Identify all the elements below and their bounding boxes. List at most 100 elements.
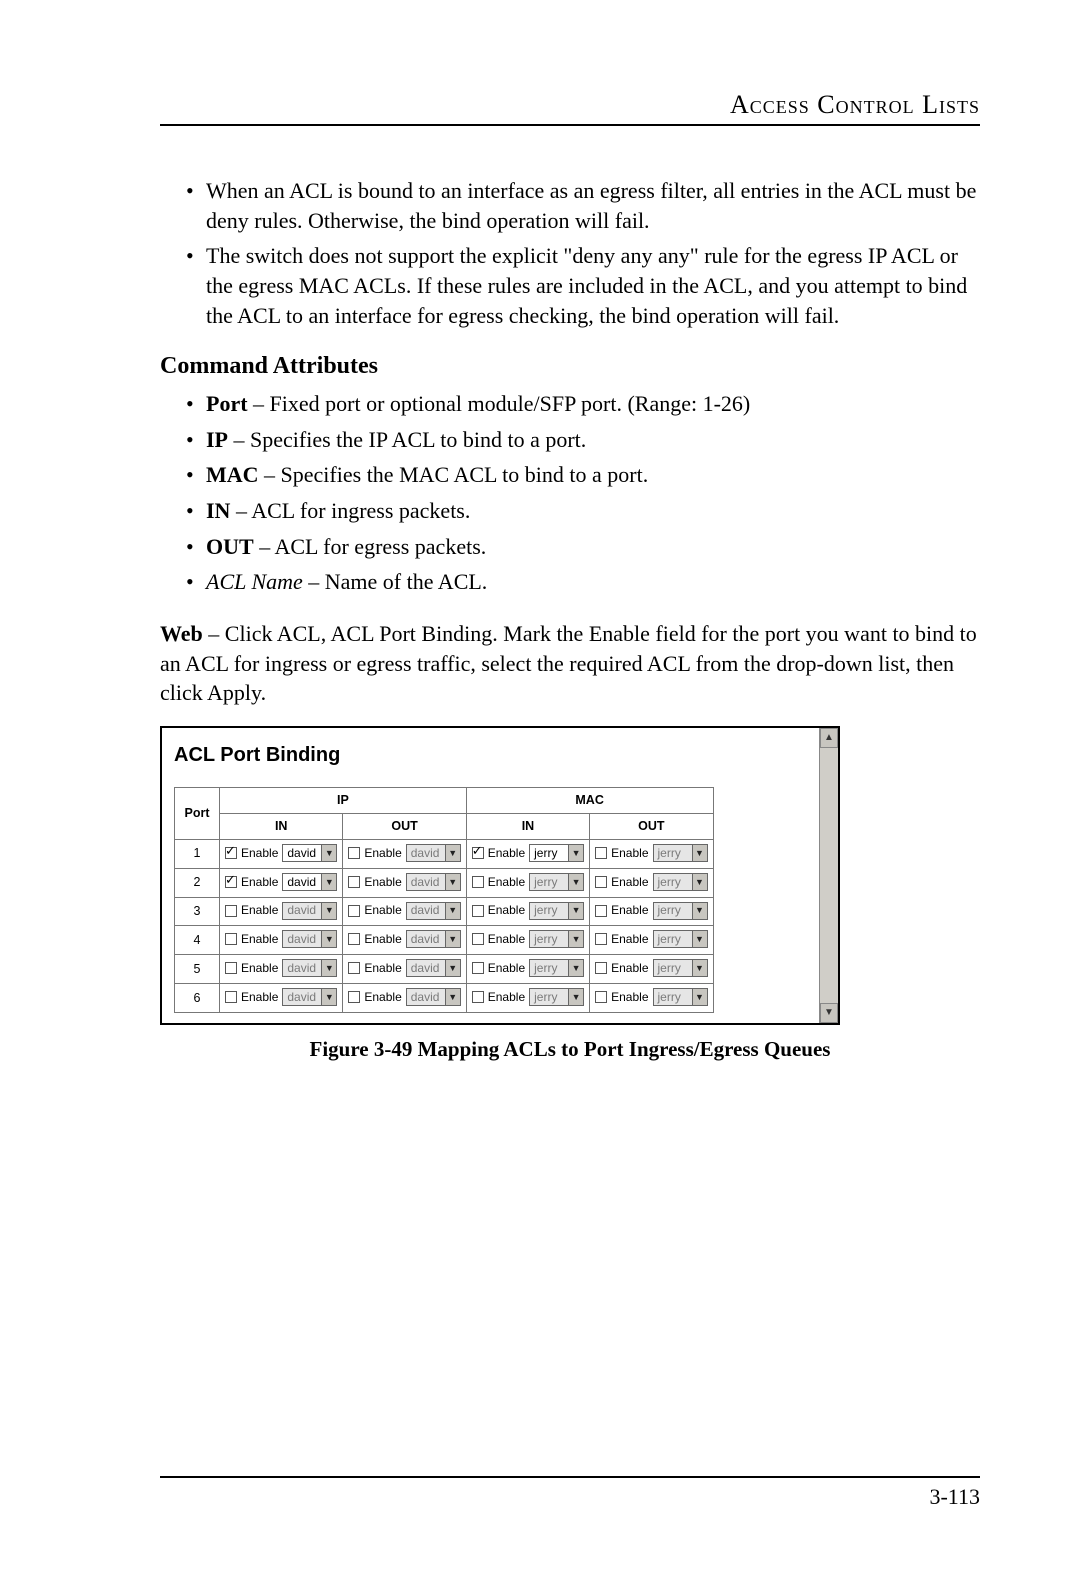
enable-checkbox[interactable] <box>225 991 237 1003</box>
enable-label: Enable <box>488 874 525 890</box>
enable-checkbox[interactable] <box>348 847 360 859</box>
attr-term: ACL Name <box>206 569 303 594</box>
attr-bullet: IN – ACL for ingress packets. <box>186 496 980 526</box>
acl-select[interactable]: jerry▼ <box>529 844 584 862</box>
acl-select[interactable]: jerry▼ <box>529 873 584 891</box>
enable-checkbox[interactable] <box>225 962 237 974</box>
attr-bullet: IP – Specifies the IP ACL to bind to a p… <box>186 425 980 455</box>
acl-select[interactable]: david▼ <box>406 902 461 920</box>
enable-checkbox[interactable] <box>225 876 237 888</box>
enable-checkbox[interactable] <box>595 991 607 1003</box>
enable-checkbox[interactable] <box>225 933 237 945</box>
enable-checkbox[interactable] <box>225 905 237 917</box>
enable-checkbox[interactable] <box>348 933 360 945</box>
chevron-down-icon[interactable]: ▼ <box>692 874 707 890</box>
enable-checkbox[interactable] <box>595 876 607 888</box>
col-mac: MAC <box>466 788 713 814</box>
scroll-up-icon[interactable]: ▲ <box>820 728 838 748</box>
attr-term: Port <box>206 391 248 416</box>
acl-select[interactable]: jerry▼ <box>653 988 708 1006</box>
chevron-down-icon[interactable]: ▼ <box>321 874 336 890</box>
acl-select[interactable]: david▼ <box>282 902 337 920</box>
enable-label: Enable <box>364 902 401 918</box>
chevron-down-icon[interactable]: ▼ <box>445 989 460 1005</box>
enable-checkbox[interactable] <box>348 876 360 888</box>
chevron-down-icon[interactable]: ▼ <box>692 903 707 919</box>
acl-select[interactable]: jerry▼ <box>653 873 708 891</box>
acl-select[interactable]: david▼ <box>406 959 461 977</box>
table-row: 4Enabledavid▼Enabledavid▼Enablejerry▼Ena… <box>175 926 714 955</box>
enable-checkbox[interactable] <box>225 847 237 859</box>
acl-select-value: david <box>407 874 445 890</box>
enable-checkbox[interactable] <box>472 847 484 859</box>
acl-select[interactable]: david▼ <box>406 873 461 891</box>
enable-checkbox[interactable] <box>348 905 360 917</box>
enable-checkbox[interactable] <box>348 991 360 1003</box>
acl-select[interactable]: david▼ <box>282 844 337 862</box>
chevron-down-icon[interactable]: ▼ <box>568 989 583 1005</box>
acl-select[interactable]: jerry▼ <box>653 902 708 920</box>
chevron-down-icon[interactable]: ▼ <box>568 874 583 890</box>
chevron-down-icon[interactable]: ▼ <box>445 960 460 976</box>
enable-checkbox[interactable] <box>472 905 484 917</box>
enable-checkbox[interactable] <box>472 962 484 974</box>
acl-select[interactable]: jerry▼ <box>529 930 584 948</box>
enable-checkbox[interactable] <box>472 933 484 945</box>
acl-select-value: david <box>283 931 321 947</box>
scrollbar[interactable]: ▲ ▼ <box>819 728 838 1023</box>
acl-table: Port IP MAC IN OUT IN OUT 1Enabledavid▼E… <box>174 787 714 1013</box>
chevron-down-icon[interactable]: ▼ <box>568 845 583 861</box>
chevron-down-icon[interactable]: ▼ <box>692 989 707 1005</box>
acl-select[interactable]: jerry▼ <box>529 959 584 977</box>
acl-select-value: jerry <box>530 902 568 918</box>
attr-bullet-list: Port – Fixed port or optional module/SFP… <box>160 389 980 597</box>
chevron-down-icon[interactable]: ▼ <box>568 931 583 947</box>
chevron-down-icon[interactable]: ▼ <box>692 960 707 976</box>
scroll-down-icon[interactable]: ▼ <box>820 1003 838 1023</box>
scroll-track[interactable] <box>820 748 838 1003</box>
page-header-title: Access Control Lists <box>160 90 980 120</box>
acl-select[interactable]: jerry▼ <box>653 930 708 948</box>
acl-select[interactable]: david▼ <box>406 930 461 948</box>
acl-select-value: david <box>407 845 445 861</box>
chevron-down-icon[interactable]: ▼ <box>445 845 460 861</box>
acl-select[interactable]: david▼ <box>282 873 337 891</box>
enable-checkbox[interactable] <box>595 933 607 945</box>
enable-checkbox[interactable] <box>472 991 484 1003</box>
acl-select[interactable]: jerry▼ <box>529 902 584 920</box>
port-number: 3 <box>175 897 220 926</box>
acl-select[interactable]: david▼ <box>282 930 337 948</box>
chevron-down-icon[interactable]: ▼ <box>692 931 707 947</box>
attr-bullet: MAC – Specifies the MAC ACL to bind to a… <box>186 460 980 490</box>
acl-select[interactable]: jerry▼ <box>529 988 584 1006</box>
chevron-down-icon[interactable]: ▼ <box>568 903 583 919</box>
enable-checkbox[interactable] <box>595 847 607 859</box>
chevron-down-icon[interactable]: ▼ <box>568 960 583 976</box>
chevron-down-icon[interactable]: ▼ <box>321 845 336 861</box>
chevron-down-icon[interactable]: ▼ <box>445 903 460 919</box>
enable-label: Enable <box>488 931 525 947</box>
enable-checkbox[interactable] <box>472 876 484 888</box>
enable-checkbox[interactable] <box>595 905 607 917</box>
panel-title: ACL Port Binding <box>174 742 807 769</box>
acl-select-value: jerry <box>654 874 692 890</box>
enable-checkbox[interactable] <box>595 962 607 974</box>
chevron-down-icon[interactable]: ▼ <box>321 989 336 1005</box>
acl-select[interactable]: david▼ <box>282 988 337 1006</box>
enable-label: Enable <box>488 989 525 1005</box>
chevron-down-icon[interactable]: ▼ <box>321 931 336 947</box>
acl-select[interactable]: jerry▼ <box>653 844 708 862</box>
web-paragraph: Web – Click ACL, ACL Port Binding. Mark … <box>160 619 980 708</box>
chevron-down-icon[interactable]: ▼ <box>321 960 336 976</box>
chevron-down-icon[interactable]: ▼ <box>445 931 460 947</box>
acl-select[interactable]: david▼ <box>282 959 337 977</box>
acl-select[interactable]: david▼ <box>406 844 461 862</box>
acl-select[interactable]: jerry▼ <box>653 959 708 977</box>
chevron-down-icon[interactable]: ▼ <box>445 874 460 890</box>
chevron-down-icon[interactable]: ▼ <box>321 903 336 919</box>
enable-checkbox[interactable] <box>348 962 360 974</box>
acl-select[interactable]: david▼ <box>406 988 461 1006</box>
intro-bullet-list: When an ACL is bound to an interface as … <box>160 176 980 330</box>
acl-select-value: jerry <box>530 931 568 947</box>
chevron-down-icon[interactable]: ▼ <box>692 845 707 861</box>
